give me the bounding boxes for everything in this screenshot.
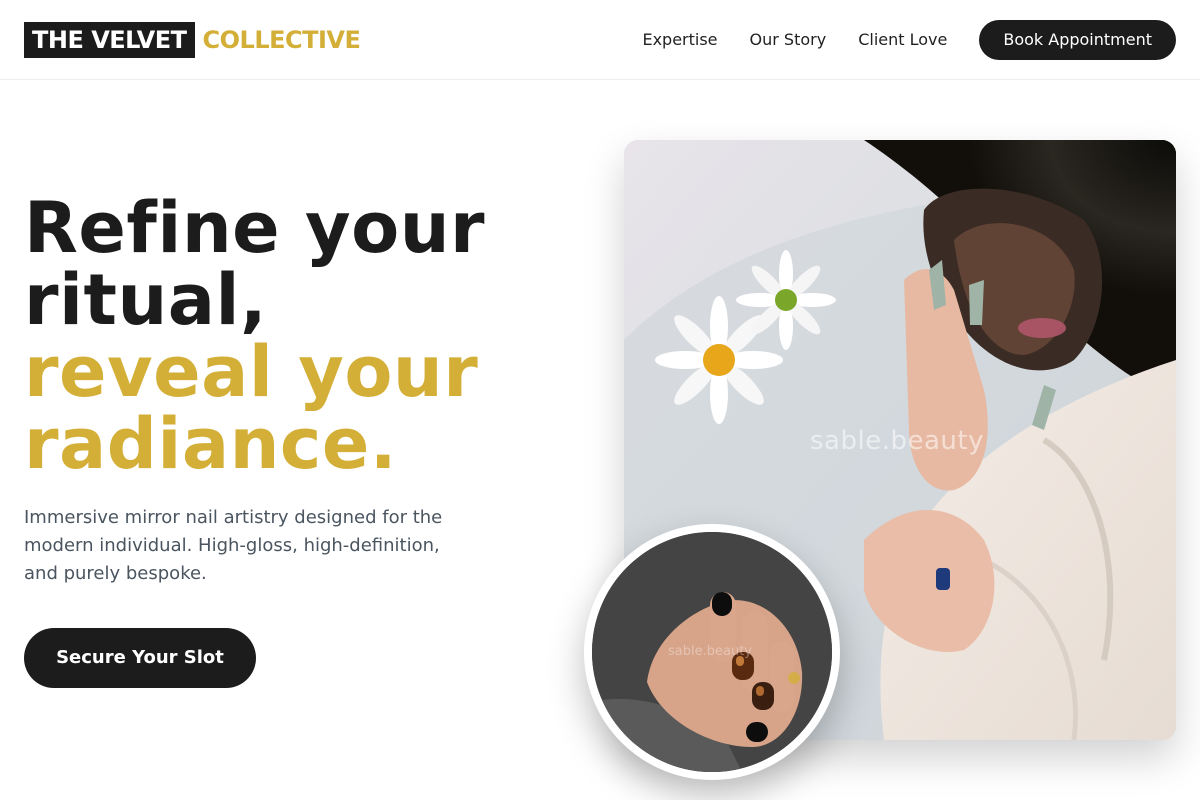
hero-subtitle: Immersive mirror nail artistry designed … xyxy=(24,504,464,588)
hero-title-line-3: reveal your xyxy=(24,331,479,413)
hero-title-line-1: Refine your xyxy=(24,187,486,269)
logo-main-text: THE VELVET xyxy=(24,22,195,58)
manicured-hand-photo: sable.beauty xyxy=(584,524,840,780)
secure-your-slot-button[interactable]: Secure Your Slot xyxy=(24,628,256,688)
main-photo-watermark: sable.beauty xyxy=(810,426,984,456)
main-nav: Expertise Our Story Client Love Book App… xyxy=(642,20,1176,60)
hero-title-line-2: ritual, xyxy=(24,259,268,341)
logo-accent-text: COLLECTIVE xyxy=(202,26,361,54)
site-header: THE VELVET COLLECTIVE Expertise Our Stor… xyxy=(0,0,1200,80)
brand-logo[interactable]: THE VELVET COLLECTIVE xyxy=(24,22,361,58)
hero-subtitle-line-3: and purely bespoke. xyxy=(24,563,207,584)
hero-subtitle-line-2: modern individual. High-gloss, high-defi… xyxy=(24,535,440,556)
hero-title-line-4: radiance. xyxy=(24,403,397,485)
nav-link-our-story[interactable]: Our Story xyxy=(750,20,827,60)
book-appointment-button[interactable]: Book Appointment xyxy=(979,20,1176,60)
inset-photo-watermark: sable.beauty xyxy=(668,644,752,659)
nav-link-expertise[interactable]: Expertise xyxy=(642,20,717,60)
hero-title: Refine your ritual, reveal your radiance… xyxy=(24,192,544,480)
nav-link-client-love[interactable]: Client Love xyxy=(858,20,947,60)
hero-subtitle-line-1: Immersive mirror nail artistry designed … xyxy=(24,507,443,528)
